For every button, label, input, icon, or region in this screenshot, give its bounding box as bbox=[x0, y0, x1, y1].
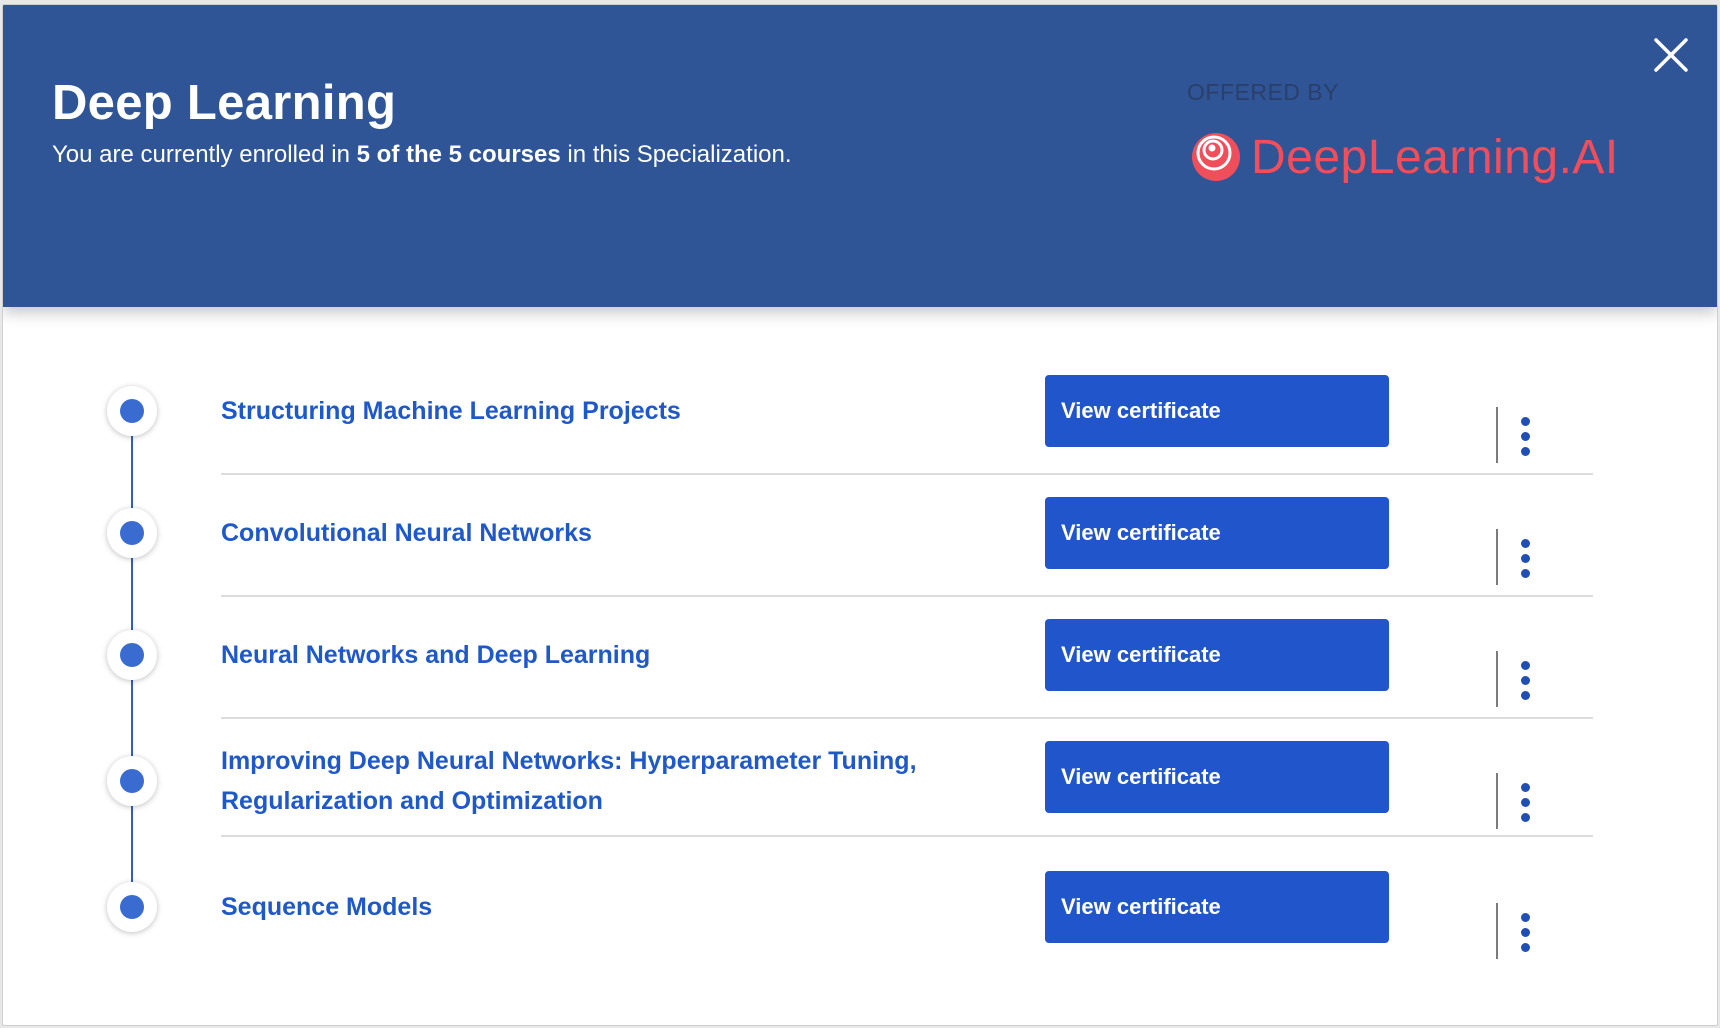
separator bbox=[1496, 407, 1498, 463]
view-certificate-button[interactable]: View certificate bbox=[1045, 497, 1389, 569]
course-title-link[interactable]: Neural Networks and Deep Learning bbox=[221, 635, 961, 675]
separator bbox=[1496, 651, 1498, 707]
timeline-dot bbox=[120, 399, 144, 423]
separator bbox=[1496, 903, 1498, 959]
more-vertical-icon bbox=[1521, 417, 1530, 426]
course-title-link[interactable]: Improving Deep Neural Networks: Hyperpar… bbox=[221, 741, 961, 821]
timeline-dot bbox=[120, 521, 144, 545]
timeline-dot bbox=[120, 643, 144, 667]
timeline-node bbox=[107, 630, 157, 680]
partner-logo: DeepLearning.AI bbox=[1189, 127, 1619, 187]
enrollment-summary: You are currently enrolled in 5 of the 5… bbox=[52, 141, 792, 169]
view-certificate-button[interactable]: View certificate bbox=[1045, 619, 1389, 691]
more-vertical-icon bbox=[1521, 913, 1530, 922]
enrollment-count: 5 of the 5 courses bbox=[356, 141, 561, 168]
more-options-button[interactable] bbox=[1511, 417, 1541, 461]
timeline-dot bbox=[120, 769, 144, 793]
row-divider bbox=[221, 473, 1593, 475]
view-certificate-button[interactable]: View certificate bbox=[1045, 375, 1389, 447]
more-options-button[interactable] bbox=[1511, 539, 1541, 583]
more-options-button[interactable] bbox=[1511, 783, 1541, 827]
page-title: Deep Learning bbox=[52, 76, 397, 130]
more-options-button[interactable] bbox=[1511, 661, 1541, 705]
timeline-node bbox=[107, 882, 157, 932]
separator bbox=[1496, 529, 1498, 585]
specialization-modal: Deep Learning You are currently enrolled… bbox=[2, 4, 1718, 1026]
view-certificate-button[interactable]: View certificate bbox=[1045, 871, 1389, 943]
more-vertical-icon bbox=[1521, 783, 1530, 792]
course-title-link[interactable]: Structuring Machine Learning Projects bbox=[221, 391, 961, 431]
course-title-link[interactable]: Sequence Models bbox=[221, 887, 961, 927]
enrollment-summary-suffix: in this Specialization. bbox=[560, 141, 792, 168]
timeline-node bbox=[107, 756, 157, 806]
deeplearning-logo-icon bbox=[1192, 133, 1240, 181]
offered-by-label: OFFERED BY bbox=[1187, 79, 1339, 105]
row-divider bbox=[221, 835, 1593, 837]
partner-name: DeepLearning.AI bbox=[1251, 130, 1619, 184]
timeline-dot bbox=[120, 895, 144, 919]
more-vertical-icon bbox=[1521, 539, 1530, 548]
separator bbox=[1496, 773, 1498, 829]
timeline-node bbox=[107, 508, 157, 558]
course-title-link[interactable]: Convolutional Neural Networks bbox=[221, 513, 961, 553]
more-vertical-icon bbox=[1521, 661, 1530, 670]
row-divider bbox=[221, 717, 1593, 719]
enrollment-summary-prefix: You are currently enrolled in bbox=[52, 141, 357, 168]
close-button[interactable] bbox=[1651, 35, 1691, 75]
row-divider bbox=[221, 595, 1593, 597]
more-options-button[interactable] bbox=[1511, 913, 1541, 957]
modal-header: Deep Learning You are currently enrolled… bbox=[3, 5, 1717, 307]
close-icon bbox=[1654, 38, 1688, 72]
view-certificate-button[interactable]: View certificate bbox=[1045, 741, 1389, 813]
timeline-node bbox=[107, 386, 157, 436]
